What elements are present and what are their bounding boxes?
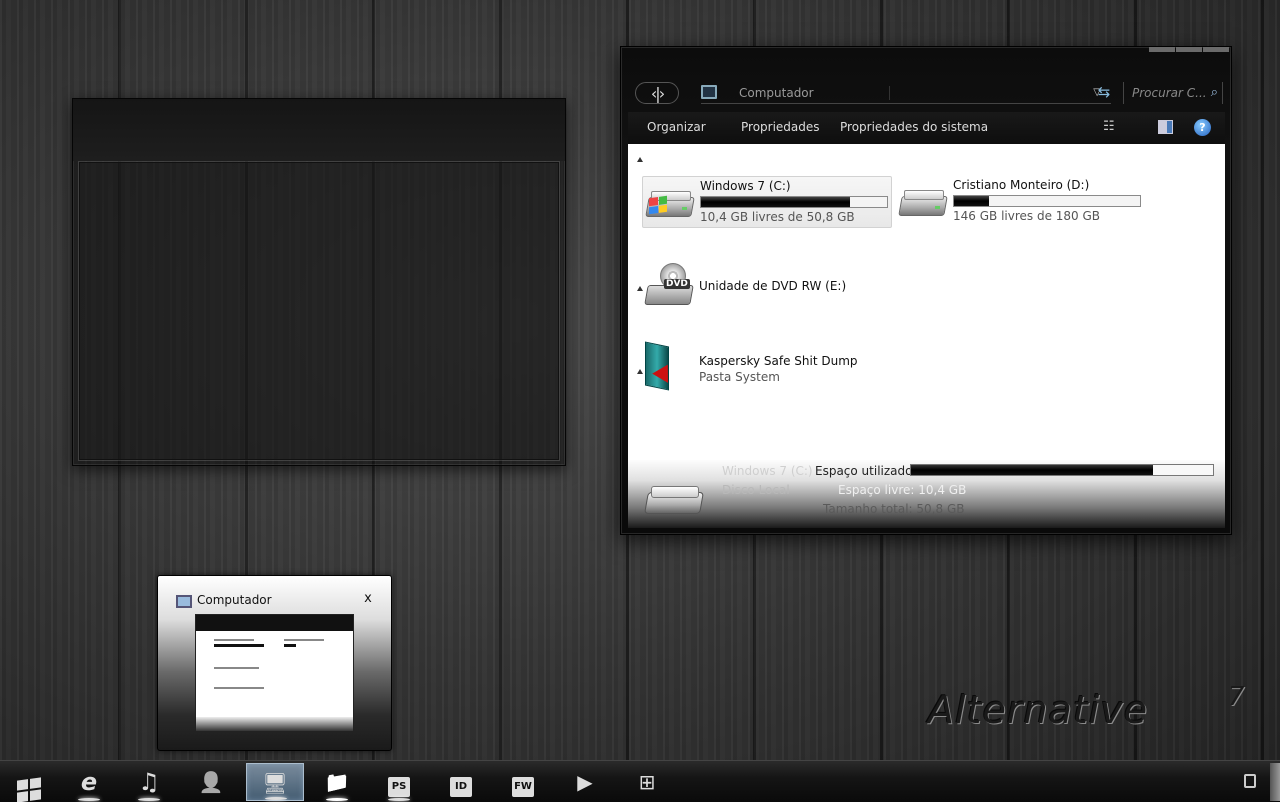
photoshop-icon: PS bbox=[388, 777, 410, 797]
fireworks-icon: FW bbox=[512, 777, 534, 797]
drive-name: Windows 7 (C:) bbox=[700, 179, 791, 193]
details-pane: Windows 7 (C:) Disco Local Espaço utiliz… bbox=[628, 460, 1225, 528]
hard-drive-icon bbox=[898, 190, 948, 220]
empty-window-caption[interactable] bbox=[73, 99, 565, 161]
show-desktop-button[interactable] bbox=[1270, 763, 1280, 801]
details-drive-name: Windows 7 (C:) bbox=[722, 464, 813, 478]
drive-usage-bar bbox=[953, 195, 1141, 207]
system-properties-button[interactable]: Propriedades do sistema bbox=[840, 120, 988, 134]
window-caption-buttons bbox=[1149, 47, 1229, 52]
organize-button[interactable]: Organizar bbox=[647, 120, 706, 134]
user-icon: 👤 bbox=[198, 770, 224, 794]
dvd-drive-name[interactable]: Unidade de DVD RW (E:) bbox=[699, 279, 846, 293]
drive-free-space: 10,4 GB livres de 50,8 GB bbox=[700, 210, 855, 224]
folder-button[interactable]: 📁 bbox=[308, 763, 366, 801]
used-space-bar bbox=[910, 464, 1214, 476]
media-play-button[interactable]: ▶ bbox=[556, 763, 614, 801]
drive-item-d[interactable]: Cristiano Monteiro (D:) 146 GB livres de… bbox=[896, 176, 1146, 228]
photoshop-button[interactable]: PS bbox=[370, 763, 428, 801]
alternative-logo: Alternative bbox=[928, 688, 1149, 732]
drive-free-space: 146 GB livres de 180 GB bbox=[953, 209, 1101, 223]
preview-pane-icon[interactable] bbox=[1158, 120, 1173, 134]
crop-plus-icon: ⊞ bbox=[638, 770, 656, 794]
computer-icon bbox=[701, 85, 717, 99]
folder-icon: 📁 bbox=[324, 770, 350, 794]
dvd-drive-icon[interactable]: DVD bbox=[644, 263, 694, 309]
folder-type: Pasta System bbox=[699, 370, 780, 384]
explorer-window: ‹|› Computador ▽ ⇆ Procurar C... ⌕ Organ… bbox=[620, 46, 1232, 535]
folder-name[interactable]: Kaspersky Safe Shit Dump bbox=[699, 354, 858, 368]
crop-tool-button[interactable]: ⊞ bbox=[618, 763, 676, 801]
thumbnail-title: Computador bbox=[197, 593, 272, 607]
maximize-button[interactable] bbox=[1176, 47, 1202, 52]
address-separator bbox=[889, 86, 890, 100]
internet-explorer-icon: e bbox=[80, 768, 98, 796]
search-input[interactable]: Procurar C... ⌕ bbox=[1123, 82, 1223, 104]
address-bar[interactable]: Computador ▽ bbox=[701, 82, 1111, 104]
free-space-label: Espaço livre: 10,4 GB bbox=[838, 483, 967, 497]
fireworks-button[interactable]: FW bbox=[494, 763, 552, 801]
search-placeholder: Procurar C... bbox=[1132, 86, 1207, 100]
close-button[interactable] bbox=[1203, 47, 1229, 52]
details-drive-type: Disco Local bbox=[722, 483, 790, 497]
indesign-button[interactable]: ID bbox=[432, 763, 490, 801]
back-forward-icon[interactable]: ‹|› bbox=[635, 82, 679, 104]
music-note-icon: ♫ bbox=[138, 768, 160, 796]
thumbnail-preview-image[interactable] bbox=[195, 614, 354, 732]
computer-icon bbox=[176, 595, 192, 608]
drive-name: Cristiano Monteiro (D:) bbox=[953, 178, 1090, 192]
empty-window-content bbox=[79, 162, 559, 460]
drive-usage-bar bbox=[700, 196, 888, 208]
refresh-icon[interactable]: ⇆ bbox=[1095, 83, 1113, 101]
user-button[interactable]: 👤 bbox=[182, 763, 240, 801]
computer-icon: 🖥 bbox=[262, 771, 288, 795]
search-icon[interactable]: ⌕ bbox=[1211, 82, 1218, 104]
tray-device-icon[interactable] bbox=[1244, 774, 1256, 788]
play-icon: ▶ bbox=[577, 770, 593, 794]
group-collapse-icon[interactable] bbox=[637, 369, 643, 374]
drive-item-c[interactable]: Windows 7 (C:) 10,4 GB livres de 50,8 GB bbox=[642, 176, 892, 228]
address-text: Computador bbox=[739, 86, 814, 100]
indesign-icon: ID bbox=[450, 777, 472, 797]
empty-window[interactable] bbox=[72, 98, 566, 466]
taskbar-thumbnail[interactable]: Computador x bbox=[157, 575, 392, 751]
internet-explorer-button[interactable]: e bbox=[60, 763, 118, 801]
hard-drive-icon bbox=[644, 486, 704, 516]
used-space-label: Espaço utilizado: bbox=[815, 464, 917, 478]
thumbnail-close-button[interactable]: x bbox=[361, 591, 375, 606]
computer-taskbar-button[interactable]: 🖥 bbox=[246, 763, 304, 801]
minimize-button[interactable] bbox=[1149, 47, 1175, 52]
group-collapse-icon[interactable] bbox=[637, 157, 643, 162]
taskbar: e ♫ 👤 🖥 📁 PS ID FW ▶ ⊞ bbox=[0, 760, 1280, 802]
file-list: Windows 7 (C:) 10,4 GB livres de 50,8 GB… bbox=[628, 144, 1225, 506]
alternative-logo-version: 7 bbox=[1228, 682, 1245, 712]
group-collapse-icon[interactable] bbox=[637, 286, 643, 291]
windows-logo-icon bbox=[649, 195, 667, 215]
hard-drive-icon bbox=[645, 191, 695, 221]
dvd-label: DVD bbox=[664, 279, 690, 289]
music-player-button[interactable]: ♫ bbox=[120, 763, 178, 801]
total-size-label: Tamanho total: 50,8 GB bbox=[823, 502, 965, 516]
command-bar: Organizar Propriedades Propriedades do s… bbox=[628, 112, 1225, 144]
system-folder-icon[interactable] bbox=[645, 341, 677, 392]
change-view-icon[interactable]: ☷ bbox=[1103, 119, 1119, 135]
help-icon[interactable]: ? bbox=[1194, 119, 1211, 136]
properties-button[interactable]: Propriedades bbox=[741, 120, 820, 134]
windows-flag-icon bbox=[17, 777, 41, 802]
start-button[interactable] bbox=[0, 763, 58, 802]
